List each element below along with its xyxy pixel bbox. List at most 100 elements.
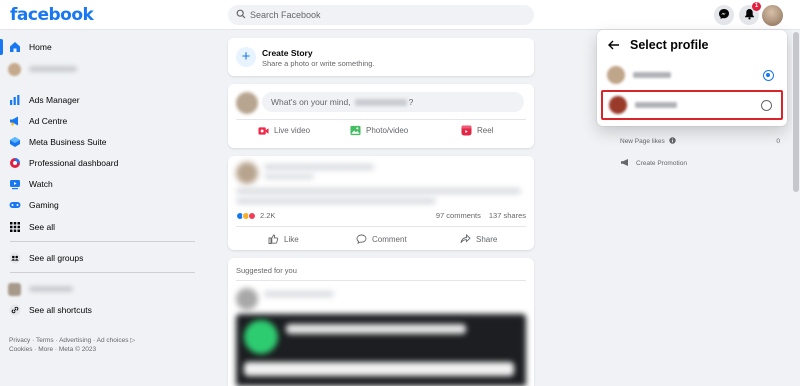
sidebar-item-ads-manager[interactable]: Ads Manager — [8, 91, 188, 109]
reel-icon — [461, 125, 472, 136]
info-icon — [669, 137, 676, 146]
create-story-card[interactable]: + Create Story Share a photo or write so… — [228, 38, 534, 76]
sidebar-item-label: Home — [29, 42, 52, 52]
sidebar-item-label: See all groups — [29, 253, 84, 263]
megaphone-icon — [8, 115, 21, 128]
footer-line-2[interactable]: Cookies · More · Meta © 2023 — [9, 345, 199, 354]
reaction-summary[interactable]: 2.2K 97 comments 137 shares — [236, 211, 526, 220]
dashboard-icon — [8, 157, 21, 170]
account-avatar-button[interactable] — [762, 5, 783, 26]
messenger-button[interactable] — [714, 5, 734, 25]
prompt-suffix: ? — [408, 97, 414, 107]
sidebar-item-label: See all shortcuts — [29, 305, 92, 315]
sidebar-item-gaming[interactable]: Gaming — [8, 196, 188, 214]
footer-links: Privacy · Terms · Advertising · Ad choic… — [9, 336, 199, 354]
sidebar-item-label: Meta Business Suite — [29, 137, 107, 147]
watch-icon — [8, 178, 21, 191]
sidebar-item-meta-business-suite[interactable]: Meta Business Suite — [8, 133, 188, 151]
sidebar-item-label: Watch — [29, 179, 53, 189]
top-navigation-bar: facebook 1 — [0, 0, 800, 30]
new-page-likes-label: New Page likes — [620, 138, 665, 145]
create-promotion-label: Create Promotion — [636, 160, 687, 167]
sidebar-item-professional-dashboard[interactable]: Professional dashboard — [8, 154, 188, 172]
comment-button[interactable]: Comment — [356, 234, 407, 244]
photo-video-label: Photo/video — [366, 126, 409, 135]
sidebar-item-see-all-shortcuts[interactable]: See all shortcuts — [8, 301, 188, 319]
post-composer: What's on your mind, ? Live video Photo/… — [228, 84, 534, 148]
share-icon — [460, 234, 471, 244]
photo-video-button[interactable]: Photo/video — [350, 125, 408, 136]
sidebar-divider — [10, 272, 195, 273]
create-promotion-link[interactable]: Create Promotion — [620, 158, 687, 169]
feed-post: 2.2K 97 comments 137 shares Like Comment… — [228, 156, 534, 250]
active-indicator — [0, 39, 3, 55]
share-button[interactable]: Share — [460, 234, 497, 244]
blurred-post-meta — [264, 174, 314, 179]
blurred-user-name — [354, 98, 407, 106]
live-video-label: Live video — [274, 126, 311, 135]
blurred-shortcut-name — [29, 286, 73, 292]
blurred-suggested-author — [264, 291, 334, 297]
reel-button[interactable]: Reel — [461, 125, 493, 136]
suggested-author-avatar — [236, 288, 258, 310]
sidebar-item-profile[interactable] — [8, 60, 188, 78]
facebook-logo[interactable]: facebook — [10, 5, 94, 25]
footer-line-1[interactable]: Privacy · Terms · Advertising · Ad choic… — [9, 336, 199, 345]
sidebar-item-see-all-groups[interactable]: See all groups — [8, 249, 188, 267]
messenger-icon — [718, 8, 730, 22]
business-suite-icon — [8, 136, 21, 149]
new-page-likes-value: 0 — [776, 138, 780, 145]
post-author-avatar — [236, 162, 258, 184]
thumbs-up-icon — [268, 234, 279, 244]
live-video-button[interactable]: Live video — [258, 125, 310, 136]
sidebar-item-watch[interactable]: Watch — [8, 175, 188, 193]
search-input[interactable] — [250, 10, 510, 20]
blurred-image-text — [286, 324, 466, 334]
notification-badge: 1 — [752, 2, 761, 11]
grid-icon — [8, 221, 21, 234]
search-icon — [236, 9, 246, 21]
love-reaction-icon — [248, 211, 256, 220]
composer-divider — [236, 119, 526, 120]
sidebar-item-label: See all — [29, 222, 55, 232]
groups-icon — [8, 252, 21, 265]
profile-radio-selected[interactable] — [763, 70, 774, 81]
sidebar-item-ad-centre[interactable]: Ad Centre — [8, 112, 188, 130]
avatar — [236, 92, 258, 114]
link-icon — [8, 304, 21, 317]
select-profile-title: Select profile — [630, 38, 709, 52]
suggested-post: Suggested for you — [228, 258, 534, 386]
share-label: Share — [476, 234, 498, 244]
profile-avatar — [8, 62, 21, 76]
comment-icon — [356, 234, 367, 244]
blurred-post-text — [236, 198, 436, 204]
profile-option-highlighted[interactable] — [601, 90, 783, 120]
back-arrow-button[interactable] — [607, 39, 621, 53]
profile-avatar — [609, 96, 627, 114]
profile-avatar — [607, 66, 625, 84]
comment-label: Comment — [372, 234, 407, 244]
back-arrow-icon — [608, 40, 620, 52]
shortcut-avatar — [8, 282, 21, 296]
comments-count[interactable]: 97 comments — [436, 211, 481, 220]
sidebar-item-see-all[interactable]: See all — [8, 218, 188, 236]
sidebar-item-label: Professional dashboard — [29, 158, 119, 168]
profile-radio[interactable] — [761, 100, 772, 111]
post-divider — [236, 226, 526, 227]
suggested-label: Suggested for you — [236, 266, 297, 275]
new-page-likes-row: New Page likes 0 — [620, 137, 780, 146]
scrollbar-thumb[interactable] — [793, 32, 799, 192]
like-button[interactable]: Like — [268, 234, 299, 244]
blurred-profile-name — [635, 102, 677, 108]
search-box[interactable] — [228, 5, 534, 25]
blurred-author-name — [264, 164, 374, 170]
plus-icon: + — [236, 47, 256, 67]
whats-on-your-mind-input[interactable]: What's on your mind, ? — [262, 92, 524, 112]
sidebar-item-shortcut[interactable] — [8, 280, 188, 298]
shares-count[interactable]: 137 shares — [489, 211, 526, 220]
profile-option[interactable] — [601, 62, 783, 88]
sidebar-item-home[interactable]: Home — [8, 38, 188, 56]
reel-label: Reel — [477, 126, 494, 135]
page-scrollbar[interactable] — [792, 30, 800, 386]
create-story-title: Create Story — [262, 48, 313, 58]
